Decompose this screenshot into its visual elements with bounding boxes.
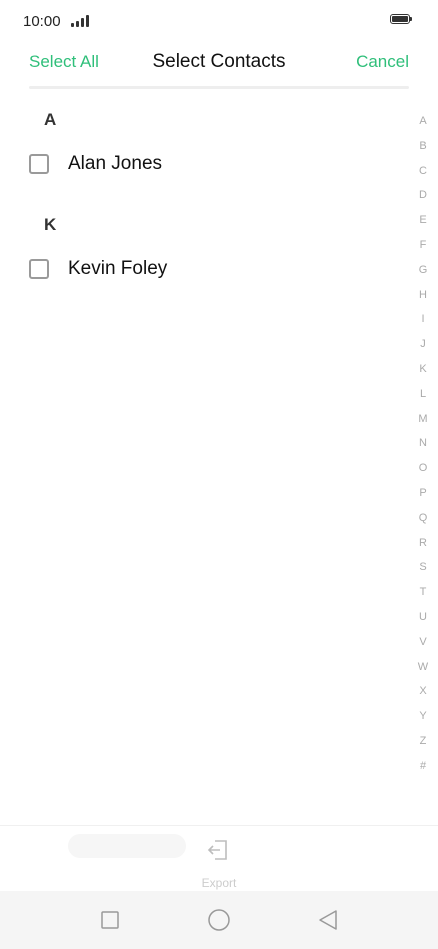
index-letter-f[interactable]: F	[412, 233, 434, 258]
index-letter-l[interactable]: L	[412, 382, 434, 407]
status-time: 10:00	[23, 13, 61, 30]
index-letter-b[interactable]: B	[412, 134, 434, 159]
index-letter-v[interactable]: V	[412, 630, 434, 655]
bottom-action-bar: Export	[0, 825, 438, 892]
index-letter-q[interactable]: Q	[412, 506, 434, 531]
section-header-k: K	[44, 215, 57, 234]
export-icon	[207, 840, 227, 860]
square-icon[interactable]	[98, 908, 122, 932]
section-header-a: A	[44, 110, 57, 129]
header-divider	[29, 86, 409, 89]
index-letter-r[interactable]: R	[412, 531, 434, 556]
index-letter-m[interactable]: M	[412, 407, 434, 432]
index-letter-y[interactable]: Y	[412, 704, 434, 729]
index-letter-o[interactable]: O	[412, 456, 434, 481]
index-letter-n[interactable]: N	[412, 431, 434, 456]
index-letter-h[interactable]: H	[412, 283, 434, 308]
contact-name: Alan Jones	[68, 153, 163, 174]
circle-icon[interactable]	[207, 908, 231, 932]
header: Select All Select Contacts Cancel	[0, 40, 438, 88]
index-letter-x[interactable]: X	[412, 679, 434, 704]
contact-row-alan-jones[interactable]: Alan Jones	[0, 140, 400, 205]
index-letter-d[interactable]: D	[412, 183, 434, 208]
cancel-button[interactable]: Cancel	[356, 52, 409, 72]
export-button[interactable]: Export	[195, 836, 243, 890]
index-letter-c[interactable]: C	[412, 159, 434, 184]
blurred-bar	[68, 834, 186, 858]
index-letter-w[interactable]: W	[412, 655, 434, 680]
contact-list: A Alan Jones K Kevin Foley	[0, 100, 400, 310]
contact-name: Kevin Foley	[68, 258, 168, 279]
index-letter-hash[interactable]: #	[412, 754, 434, 779]
back-triangle-icon[interactable]	[316, 908, 340, 932]
index-letter-a[interactable]: A	[412, 109, 434, 134]
index-letter-u[interactable]: U	[412, 605, 434, 630]
index-letter-k[interactable]: K	[412, 357, 434, 382]
index-letter-s[interactable]: S	[412, 555, 434, 580]
index-letter-z[interactable]: Z	[412, 729, 434, 754]
status-bar: 10:00	[0, 0, 438, 40]
navigation-bar	[0, 891, 438, 949]
index-letter-i[interactable]: I	[412, 307, 434, 332]
index-letter-e[interactable]: E	[412, 208, 434, 233]
contact-row-kevin-foley[interactable]: Kevin Foley	[0, 245, 400, 310]
checkbox[interactable]	[29, 259, 49, 279]
export-label: Export	[201, 876, 237, 890]
index-letter-g[interactable]: G	[412, 258, 434, 283]
index-letter-j[interactable]: J	[412, 332, 434, 357]
alphabet-index[interactable]: A B C D E F G H I J K L M N O P Q R S T U V W X Y Z #	[412, 109, 434, 779]
index-letter-p[interactable]: P	[412, 481, 434, 506]
index-letter-t[interactable]: T	[412, 580, 434, 605]
battery-icon	[390, 14, 412, 26]
signal-icon	[71, 15, 91, 27]
checkbox[interactable]	[29, 154, 49, 174]
